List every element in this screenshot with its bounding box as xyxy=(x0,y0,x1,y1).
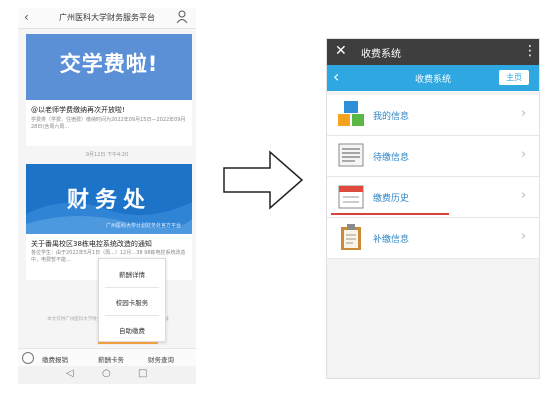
tab-payment[interactable]: 缴费报销 xyxy=(42,354,68,364)
document-icon xyxy=(338,143,364,167)
news-card[interactable]: @以老师学费缴纳再次开放啦! 学费类（学费、住宿费）缴纳时间为2022年09月1… xyxy=(26,100,192,146)
chevron-right-icon: › xyxy=(521,106,527,121)
more-menu-icon[interactable]: ⋮ xyxy=(523,43,537,59)
user-icon[interactable] xyxy=(176,10,188,24)
header-bar: ‹ 收费系统 主页 xyxy=(327,65,539,91)
divider xyxy=(105,287,159,288)
blocks-icon xyxy=(338,101,364,126)
recent-nav-icon[interactable]: □ xyxy=(138,368,147,379)
row-label: 补缴信息 xyxy=(373,235,410,245)
calendar-icon xyxy=(338,185,364,209)
chevron-right-icon: › xyxy=(521,229,527,244)
menu-item-salary[interactable]: 薪酬详情 xyxy=(99,269,165,279)
menu-row-payment-history[interactable]: 缴费历史 › xyxy=(327,177,539,218)
banner-text: 财务处 xyxy=(66,188,151,213)
chevron-right-icon: › xyxy=(521,147,527,162)
news-headline: @以老师学费缴纳再次开放啦! xyxy=(31,106,125,114)
close-icon[interactable]: ✕ xyxy=(335,43,347,59)
finance-office-banner[interactable]: 财务处 广州医科大学计划财务处官方平台 xyxy=(26,164,192,234)
popup-menu: 薪酬详情 校园卡服务 自助缴费 xyxy=(98,258,166,342)
menu-row-my-info[interactable]: 我的信息 › xyxy=(327,95,539,136)
home-nav-icon[interactable]: ○ xyxy=(102,368,111,379)
tab-salary-card[interactable]: 薪酬卡务 xyxy=(98,354,124,364)
row-label: 缴费历史 xyxy=(373,194,410,204)
wechat-phone-screen: ‹ 广州医科大学财务服务平台 交学费啦! @以老师学费缴纳再次开放啦! 学费类（… xyxy=(18,8,196,384)
highlight-underline xyxy=(98,342,158,344)
back-nav-icon[interactable]: ◁ xyxy=(66,368,74,379)
clipboard-icon xyxy=(341,224,361,250)
tuition-banner[interactable]: 交学费啦! xyxy=(26,34,192,100)
top-bar: ‹ 广州医科大学财务服务平台 xyxy=(18,8,196,29)
page-title: 广州医科大学财务服务平台 xyxy=(59,13,155,22)
highlight-underline xyxy=(331,213,449,215)
system-nav-bar: ◁ ○ □ xyxy=(18,366,196,384)
keyboard-icon[interactable] xyxy=(22,352,34,364)
menu-item-campus-card[interactable]: 校园卡服务 xyxy=(99,297,165,307)
menu-item-self-payment[interactable]: 自助缴费 xyxy=(99,325,165,335)
right-arrow-icon xyxy=(223,150,304,210)
divider xyxy=(105,315,159,316)
menu-row-supplement-info[interactable]: 补缴信息 › xyxy=(327,218,539,259)
banner-tag: 广州医科大学计划财务处官方平台 xyxy=(106,223,182,229)
tab-finance-query[interactable]: 财务查询 xyxy=(148,354,174,364)
bottom-tab-bar: 缴费报销 薪酬卡务 财务查询 xyxy=(18,348,196,367)
banner-text: 交学费啦! xyxy=(59,52,159,76)
chevron-left-icon[interactable]: ‹ xyxy=(24,10,29,24)
app-title-bar: ✕ 收费系统 ⋮ xyxy=(327,39,539,65)
news-headline: 关于番禺校区38栋电控系统改造的通知 xyxy=(31,240,152,248)
app-title: 收费系统 xyxy=(361,49,401,60)
message-timestamp: 9月12日 下午4:20 xyxy=(85,152,129,158)
row-label: 我的信息 xyxy=(373,112,410,122)
chevron-right-icon: › xyxy=(521,188,527,203)
fee-system-screen: ✕ 收费系统 ⋮ ‹ 收费系统 主页 我的信息 › 待缴信息 › 缴费历史 › … xyxy=(326,38,540,379)
row-label: 待缴信息 xyxy=(373,153,410,163)
news-summary: 学费类（学费、住宿费）缴纳时间为2022年09月15日—2022年09月28日(… xyxy=(31,117,186,130)
home-button[interactable]: 主页 xyxy=(499,70,529,85)
menu-row-pending-info[interactable]: 待缴信息 › xyxy=(327,136,539,177)
